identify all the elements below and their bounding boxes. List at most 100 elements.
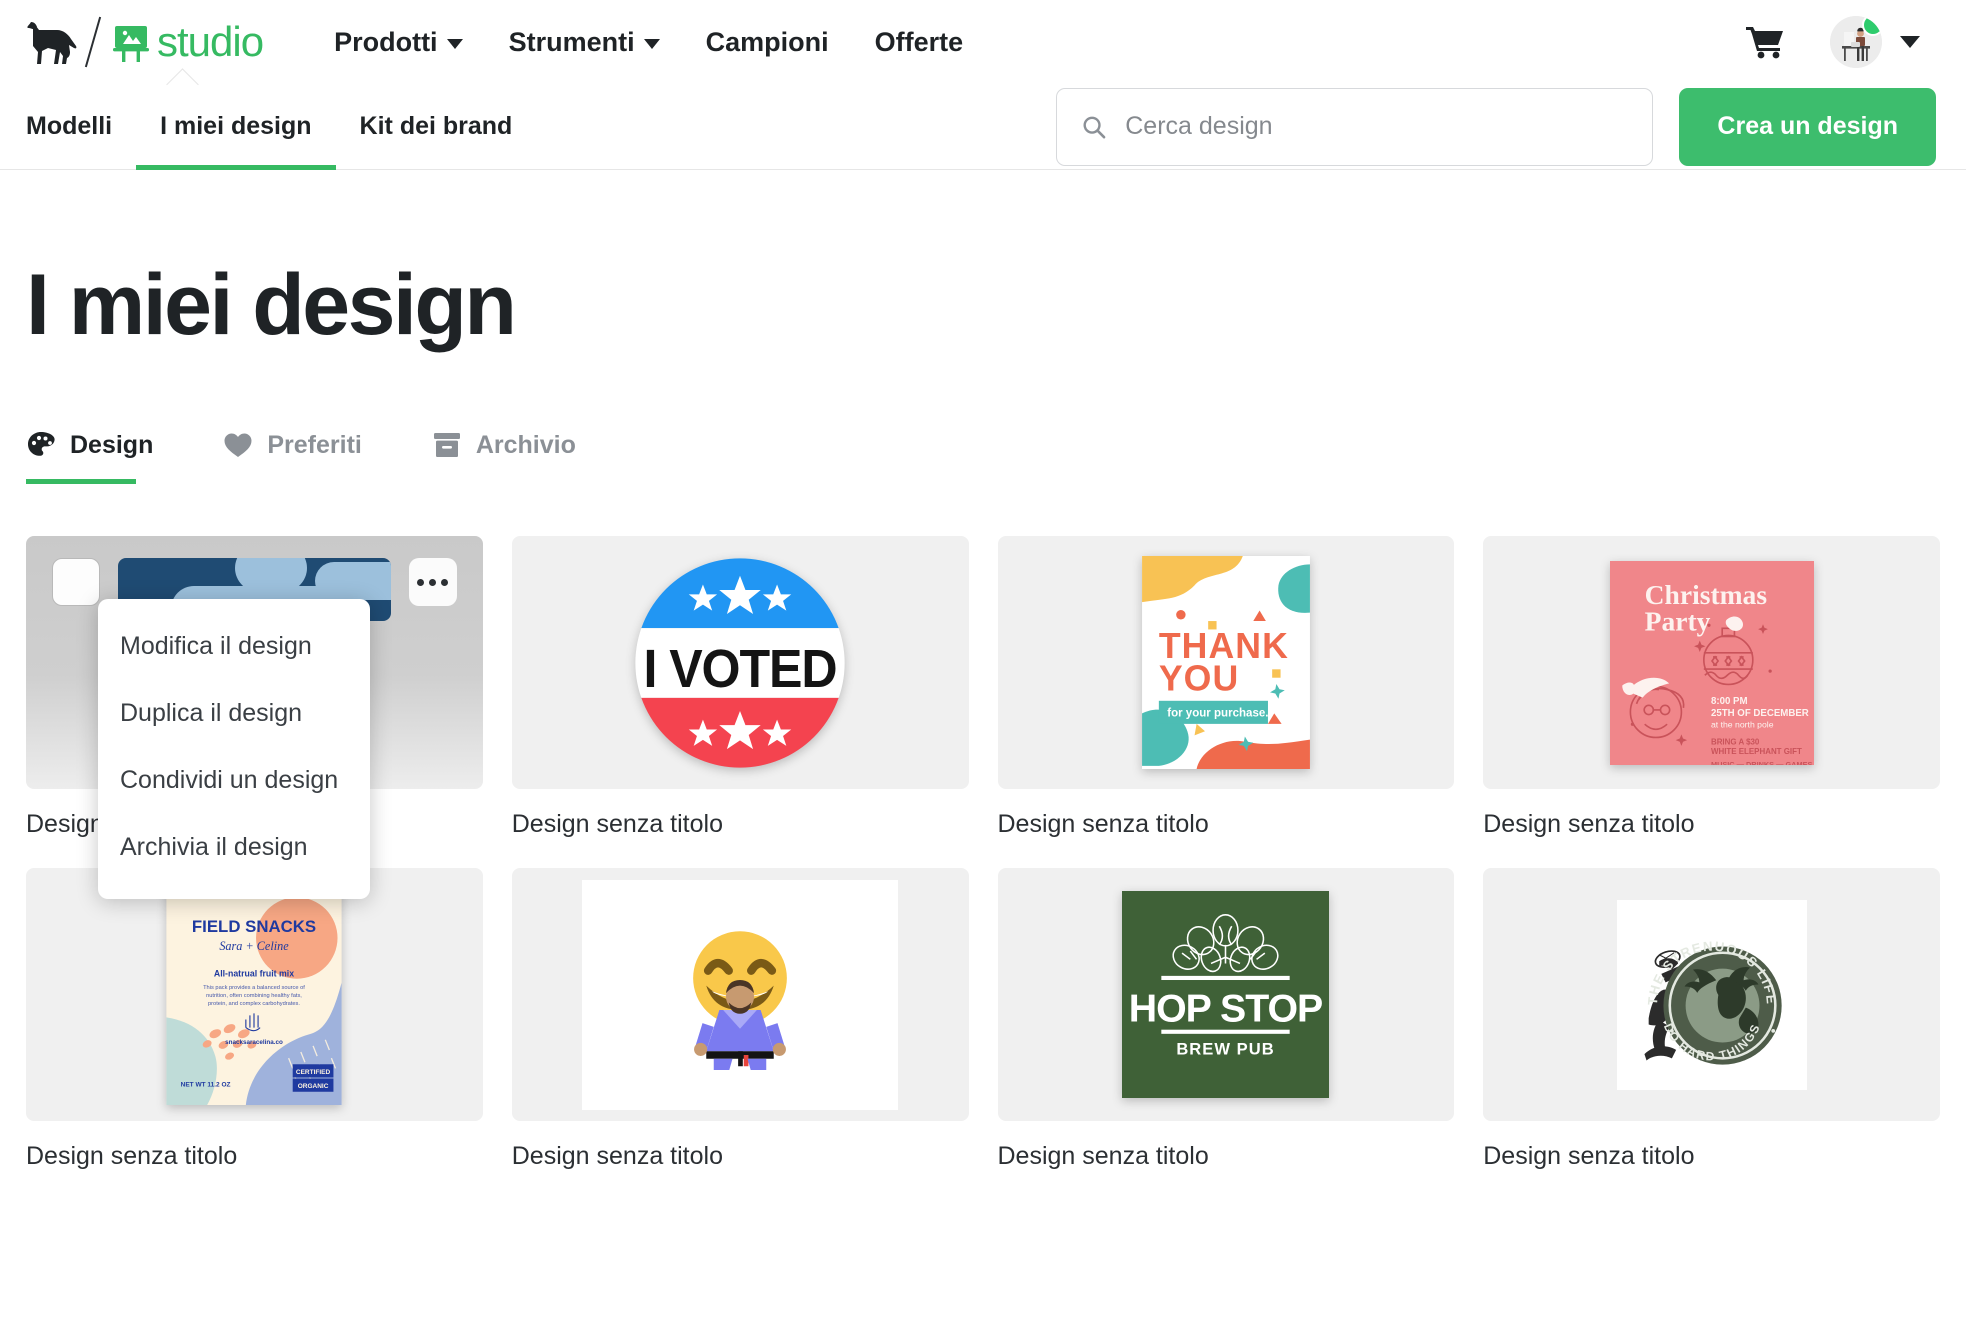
- card-more-options-button[interactable]: [408, 558, 457, 606]
- filter-tab-design[interactable]: Design: [26, 430, 153, 484]
- snacks-script-text: Sara + Celine: [220, 939, 290, 953]
- palette-icon: [28, 432, 55, 456]
- tab-modelli-label: Modelli: [26, 112, 113, 140]
- christmas-gift2-text: WHITE ELEPHANT GIFT: [1711, 746, 1802, 755]
- design-thumbnail[interactable]: THE STRENUOUS LIFE DO HARD THINGS: [1483, 868, 1940, 1121]
- sticker-mule-horse-icon: [27, 22, 77, 64]
- strenuous-life-badge-artwork: THE STRENUOUS LIFE DO HARD THINGS: [1644, 938, 1782, 1065]
- search-icon: [1083, 116, 1106, 138]
- design-filter-tabs: Design Preferiti Archivio: [26, 430, 1940, 484]
- snacks-title-text: FIELD SNACKS: [192, 916, 316, 935]
- design-card[interactable]: Design senza titolo: [511, 868, 969, 1171]
- nav-item-strumenti-label: Strumenti: [508, 26, 635, 57]
- primary-nav-links: Prodotti Strumenti Campioni Offerte: [311, 27, 986, 58]
- design-card[interactable]: THANK YOU for your purchase. Design senz…: [997, 536, 1455, 839]
- nav-item-strumenti[interactable]: Strumenti: [486, 27, 683, 58]
- tab-i-miei-design[interactable]: I miei design: [136, 84, 336, 170]
- menu-item-condividi-un-design[interactable]: Condividi un design: [98, 747, 370, 814]
- design-card[interactable]: THE STRENUOUS LIFE DO HARD THINGS Design…: [1483, 868, 1940, 1171]
- emoji-judo-artwork: [693, 930, 787, 1070]
- filter-tab-preferiti-label: Preferiti: [267, 430, 362, 459]
- brand-name: studio: [157, 18, 264, 65]
- design-card[interactable]: FIELD SNACKS Sara + Celine All-natrual f…: [26, 868, 483, 1171]
- chevron-down-icon: [643, 39, 660, 49]
- snacks-weight-text: NET WT 11.2 OZ: [181, 1081, 231, 1088]
- thank-you-card-artwork: THANK YOU for your purchase.: [1141, 556, 1310, 769]
- brand-divider: [84, 16, 102, 68]
- filter-tab-design-label: Design: [70, 430, 154, 459]
- field-snacks-packaging-artwork: FIELD SNACKS Sara + Celine All-natrual f…: [166, 884, 342, 1105]
- i-voted-sticker-artwork: I VOTED: [635, 557, 845, 768]
- search-input[interactable]: [1123, 111, 1629, 142]
- hop-subtitle-text: BREW PUB: [1177, 1040, 1275, 1059]
- design-card[interactable]: HOP STOP BREW PUB Design senza titolo: [997, 868, 1455, 1171]
- nav-item-prodotti[interactable]: Prodotti: [311, 27, 485, 58]
- status-online-dot: [1862, 16, 1882, 36]
- avatar[interactable]: [1830, 16, 1882, 68]
- strenuous-canvas: THE STRENUOUS LIFE DO HARD THINGS: [1616, 899, 1807, 1090]
- design-card-label: Design senza titolo: [1483, 1142, 1695, 1170]
- christmas-party-artwork: Christmas Party 8:00 PM 25TH OF DECEMBER…: [1609, 560, 1814, 765]
- design-card-label: Design senza titolo: [997, 1142, 1209, 1170]
- thank-you-line2-text: YOU: [1159, 658, 1239, 698]
- create-design-button[interactable]: Crea un design: [1679, 87, 1936, 166]
- design-card-label: Design senza titolo: [26, 1142, 238, 1170]
- design-card-label: Design senza titolo: [511, 1142, 723, 1170]
- secondary-tab-bar: Modelli I miei design Kit dei brand Crea…: [0, 84, 1966, 170]
- design-thumbnail[interactable]: FIELD SNACKS Sara + Celine All-natrual f…: [26, 868, 483, 1121]
- design-select-checkbox[interactable]: [52, 558, 100, 606]
- tab-modelli[interactable]: Modelli: [26, 84, 136, 170]
- shopping-cart-icon[interactable]: [1746, 25, 1784, 59]
- nav-item-offerte-label: Offerte: [874, 26, 964, 57]
- hop-title-text: HOP STOP: [1129, 986, 1322, 1030]
- design-thumbnail[interactable]: [511, 868, 969, 1121]
- design-thumbnail[interactable]: HOP STOP BREW PUB: [997, 868, 1455, 1121]
- search-box[interactable]: [1056, 87, 1654, 166]
- tab-kit-dei-brand[interactable]: Kit dei brand: [336, 84, 537, 170]
- menu-item-archivia-il-design[interactable]: Archivia il design: [98, 814, 370, 881]
- snacks-body-line3: protein, and complex carbohydrates.: [208, 1001, 300, 1007]
- emoji-canvas: [582, 879, 899, 1110]
- chevron-down-icon: [446, 39, 463, 49]
- menu-item-modifica-il-design[interactable]: Modifica il design: [98, 613, 370, 680]
- tab-i-miei-design-label: I miei design: [160, 112, 312, 140]
- design-card[interactable]: Christmas Party 8:00 PM 25TH OF DECEMBER…: [1483, 536, 1940, 839]
- thank-you-tag-text: for your purchase.: [1167, 708, 1268, 720]
- top-navigation-bar: studio Prodotti Strumenti Campioni Offer…: [0, 0, 1966, 84]
- hop-stop-brew-pub-artwork: HOP STOP BREW PUB: [1122, 891, 1330, 1098]
- nav-item-prodotti-label: Prodotti: [334, 26, 438, 57]
- heart-icon: [224, 433, 252, 457]
- tab-kit-dei-brand-label: Kit dei brand: [359, 112, 513, 140]
- design-card[interactable]: I VOTED Design senza titolo: [511, 536, 969, 839]
- christmas-place-text: at the north pole: [1711, 719, 1774, 729]
- archive-box-icon: [433, 433, 460, 457]
- menu-item-duplica-il-design[interactable]: Duplica il design: [98, 680, 370, 747]
- snacks-url-text: snacksaracelina.co: [225, 1038, 283, 1045]
- page-content: I miei design Design Preferiti Archivio …: [0, 262, 1966, 1171]
- svg-text:I VOTED: I VOTED: [644, 639, 837, 699]
- page-title: I miei design: [26, 257, 517, 353]
- card-context-menu: Modifica il design Duplica il design Con…: [98, 599, 370, 899]
- filter-tab-archivio[interactable]: Archivio: [432, 431, 576, 484]
- christmas-foot-text: MUSIC — DRINKS — GAMES: [1711, 760, 1812, 765]
- snacks-body-line1: This pack provides a balanced source of: [203, 984, 305, 990]
- design-thumbnail[interactable]: Christmas Party 8:00 PM 25TH OF DECEMBER…: [1483, 536, 1940, 789]
- brand-lockup[interactable]: studio: [26, 16, 264, 68]
- design-thumbnail[interactable]: THANK YOU for your purchase.: [997, 536, 1455, 789]
- design-card-label: Design senza titolo: [511, 810, 723, 838]
- filter-tab-preferiti[interactable]: Preferiti: [223, 430, 362, 484]
- nav-item-campioni-label: Campioni: [705, 26, 829, 57]
- christmas-title-line2: Party: [1644, 605, 1710, 636]
- christmas-date-text: 25TH OF DECEMBER: [1711, 708, 1809, 719]
- nav-item-campioni[interactable]: Campioni: [683, 27, 852, 58]
- design-card-label: Design senza titolo: [997, 810, 1209, 838]
- design-card[interactable]: Design senza titolo Modifica il design D…: [26, 536, 483, 899]
- design-grid: Design senza titolo Modifica il design D…: [26, 536, 1940, 1171]
- christmas-gift1-text: BRING A $30: [1711, 737, 1760, 746]
- snacks-subtitle-text: All-natrual fruit mix: [214, 968, 294, 978]
- account-menu-button[interactable]: [1830, 16, 1920, 68]
- snacks-body-line2: nutrition, often combining healthy fats,: [206, 993, 302, 999]
- nav-item-offerte[interactable]: Offerte: [852, 27, 987, 58]
- design-thumbnail[interactable]: I VOTED: [511, 536, 969, 789]
- design-card-label: Design senza titolo: [1483, 810, 1695, 838]
